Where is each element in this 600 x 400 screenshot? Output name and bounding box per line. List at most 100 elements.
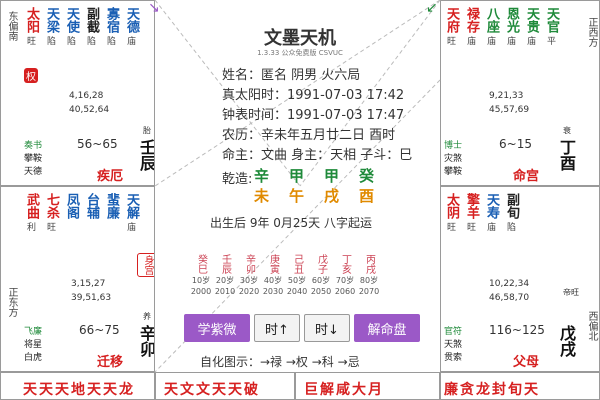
star-name: 副旬 bbox=[504, 193, 519, 219]
palace-bottom-4[interactable]: 廉贪龙封旬天 bbox=[440, 372, 600, 400]
dayun-year: 2040 bbox=[286, 287, 308, 296]
dayun-age: 40岁 bbox=[263, 276, 283, 285]
dayun-item[interactable]: 丁亥 70岁 2060 bbox=[334, 254, 356, 296]
major-star: 天解庙 bbox=[123, 193, 140, 233]
dayun-ganzhi: 己丑 bbox=[291, 254, 303, 274]
palace-name: 父母 bbox=[513, 355, 540, 370]
palace-ming[interactable]: 正西方 天府旺禄存庙八座庙恩光庙天贵庙天官平 9,21,33 45,57,69 … bbox=[440, 0, 600, 186]
star-list: 天府旺禄存庙八座庙恩光庙天贵庙天官平 bbox=[443, 7, 560, 47]
major-star: 副截陷 bbox=[83, 7, 100, 47]
direction-label: 正西方 bbox=[586, 17, 597, 47]
dayun-item[interactable]: 戊子 60岁 2050 bbox=[310, 254, 332, 296]
palace-name: 命宫 bbox=[513, 169, 540, 184]
direction-label: 东偏南 bbox=[6, 11, 17, 41]
star-brightness: 旺 bbox=[466, 223, 476, 233]
star-name: 寡宿 bbox=[104, 7, 119, 33]
palace-jie[interactable]: 东偏南 太阳旺天梁陷天使陷副截陷寡宿陷天德庙 权 4,16,28 40,52,6… bbox=[0, 0, 155, 186]
bazi-pillar: 甲戌 bbox=[324, 166, 339, 206]
dayun-age: 20岁 bbox=[215, 276, 235, 285]
age-list: 10,22,34 bbox=[489, 279, 530, 289]
star-brightness: 陷 bbox=[86, 37, 96, 47]
info-clock-time: 钟表时间：1991-07-03 17:47 bbox=[222, 108, 405, 123]
age-list: 46,58,70 bbox=[489, 293, 530, 303]
star-row: 廉贪龙封旬天 bbox=[444, 382, 540, 398]
minor-star: 白虎 bbox=[24, 353, 43, 363]
interpret-chart-button[interactable]: 解命盘 bbox=[354, 314, 420, 342]
time-down-button[interactable]: 时↓ bbox=[304, 314, 350, 342]
star-brightness: 利 bbox=[26, 223, 36, 233]
dayun-item[interactable]: 庚寅 40岁 2030 bbox=[262, 254, 284, 296]
minor-star: 将星 bbox=[24, 340, 43, 350]
earthly-branch: 午 bbox=[289, 187, 305, 205]
major-star: 天梁陷 bbox=[43, 7, 60, 47]
earthly-branch: 酉 bbox=[359, 187, 375, 205]
dayun-year: 2000 bbox=[190, 287, 212, 296]
dayun-ganzhi: 癸巳 bbox=[195, 254, 207, 274]
star-brightness: 庙 bbox=[486, 37, 496, 47]
dayun-item[interactable]: 己丑 50岁 2040 bbox=[286, 254, 308, 296]
dayun-item[interactable]: 壬辰 20岁 2010 bbox=[214, 254, 236, 296]
dayun-age: 70岁 bbox=[335, 276, 355, 285]
major-star: 恩光庙 bbox=[503, 7, 520, 47]
dayun-item[interactable]: 丙戌 80岁 2070 bbox=[358, 254, 380, 296]
direction-label: 西偏北 bbox=[586, 311, 597, 341]
heavenly-stem: 甲 bbox=[289, 167, 305, 185]
star-name: 禄存 bbox=[464, 7, 479, 33]
palace-qianyi[interactable]: 正东方 武曲利七杀旺凤阁 台辅 蜚廉 天解庙 身宫 3,15,27 39,51,63 … bbox=[0, 186, 155, 372]
star-list: 太阴旺擎羊旺天寿庙副旬陷 bbox=[443, 193, 520, 233]
palace-bottom-3[interactable]: 巨解咸大月 bbox=[295, 372, 440, 400]
bazi-pillar: 癸酉 bbox=[359, 166, 374, 206]
major-star: 天官平 bbox=[543, 7, 560, 47]
dayun-age: 10岁 bbox=[191, 276, 211, 285]
bazi-pillar: 辛未 bbox=[254, 166, 269, 206]
major-star: 天德庙 bbox=[123, 7, 140, 47]
bazi-pillars: 辛未甲午甲戌癸酉 bbox=[254, 166, 374, 206]
dayun-age: 50岁 bbox=[287, 276, 307, 285]
dayun-age: 30岁 bbox=[239, 276, 259, 285]
star-name: 天贵 bbox=[524, 7, 539, 33]
major-star: 天寿庙 bbox=[483, 193, 500, 233]
star-name: 擎羊 bbox=[464, 193, 479, 219]
star-brightness: 旺 bbox=[46, 223, 56, 233]
star-brightness: 平 bbox=[546, 37, 556, 47]
bazi-pillar: 甲午 bbox=[289, 166, 304, 206]
dayun-item[interactable]: 辛卯 30岁 2020 bbox=[238, 254, 260, 296]
dayun-year: 2010 bbox=[214, 287, 236, 296]
star-name: 七杀 bbox=[44, 193, 59, 219]
star-name: 蜚廉 bbox=[104, 193, 119, 219]
palace-bottom-1[interactable]: 天天天地天天龙 bbox=[0, 372, 155, 400]
palace-ganzhi: 戊戌 bbox=[557, 325, 576, 357]
major-star: 武曲利 bbox=[23, 193, 40, 233]
info-true-solar-time: 真太阳时：1991-07-03 17:42 bbox=[222, 88, 405, 103]
minor-star: 攀鞍 bbox=[24, 154, 43, 164]
minor-star: 飞廉 bbox=[24, 327, 43, 337]
age-range: 56~65 bbox=[77, 137, 118, 151]
arrow-icon: ↙ bbox=[426, 0, 438, 16]
heavenly-stem: 甲 bbox=[324, 167, 340, 185]
arrow-icon: ↘ bbox=[148, 0, 160, 16]
star-brightness: 庙 bbox=[466, 37, 476, 47]
hua-quan-badge: 权 bbox=[24, 68, 38, 83]
time-up-button[interactable]: 时↑ bbox=[254, 314, 300, 342]
earthly-branch: 未 bbox=[254, 187, 270, 205]
major-star: 七杀旺 bbox=[43, 193, 60, 233]
major-star: 禄存庙 bbox=[463, 7, 480, 47]
dayun-year: 2050 bbox=[310, 287, 332, 296]
age-list: 3,15,27 bbox=[71, 279, 106, 289]
learn-ziwei-button[interactable]: 学紫微 bbox=[184, 314, 250, 342]
heavenly-stem: 癸 bbox=[359, 167, 375, 185]
dayun-ganzhi: 庚寅 bbox=[267, 254, 279, 274]
dayun-age: 60岁 bbox=[311, 276, 331, 285]
star-name: 恩光 bbox=[504, 7, 519, 33]
dayun-item[interactable]: 癸巳 10岁 2000 bbox=[190, 254, 212, 296]
life-stage: 衰 bbox=[563, 126, 571, 135]
dayun-ganzhi: 丙戌 bbox=[363, 254, 375, 274]
star-name: 天官 bbox=[544, 7, 559, 33]
info-ming-zhu: 命主：文曲 身主：天相 子斗：巳 bbox=[222, 148, 413, 163]
major-star: 太阳旺 bbox=[23, 7, 40, 47]
star-brightness: 庙 bbox=[486, 223, 496, 233]
dayun-year: 2070 bbox=[358, 287, 380, 296]
age-list: 45,57,69 bbox=[489, 105, 530, 115]
palace-bottom-2[interactable]: 天文文天天破 bbox=[155, 372, 295, 400]
palace-fumu[interactable]: 西偏北 太阴旺擎羊旺天寿庙副旬陷 10,22,34 46,58,70 官符 天煞… bbox=[440, 186, 600, 372]
